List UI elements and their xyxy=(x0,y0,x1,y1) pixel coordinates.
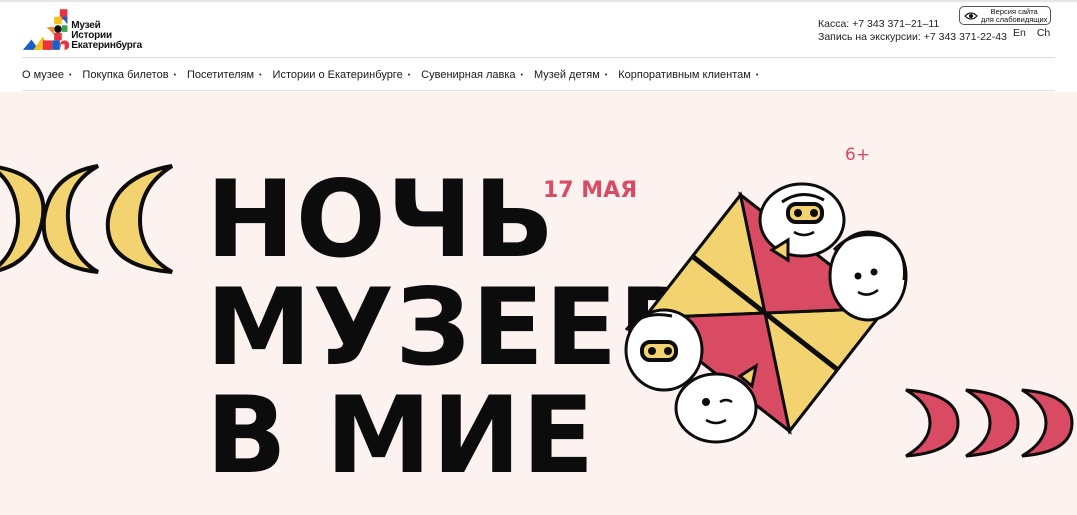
header-divider xyxy=(22,57,1055,58)
moon-shape xyxy=(0,165,46,272)
dropdown-dot-icon: • xyxy=(259,71,262,79)
nav-item-label: О музее xyxy=(22,69,64,81)
moon-shape xyxy=(965,388,1020,458)
dropdown-dot-icon: • xyxy=(604,71,608,79)
site-header: Музей Истории Екатеринбурга Касса: +7 34… xyxy=(0,2,1077,58)
moons-left-decoration xyxy=(0,164,174,274)
nav-item-label: Истории о Екатеринбурге xyxy=(272,69,403,81)
nav-item-label: Покупка билетов xyxy=(82,69,169,81)
dropdown-dot-icon: • xyxy=(407,71,411,79)
dropdown-dot-icon: • xyxy=(173,71,177,79)
accessibility-label: Версия сайта для слабовидящих xyxy=(981,7,1048,24)
nav-item-corporate[interactable]: Корпоративным клиентам • xyxy=(618,69,758,81)
lang-ch[interactable]: Ch xyxy=(1037,27,1050,39)
nav-item-label: Сувенирная лавка xyxy=(421,69,516,81)
nav-item-label: Посетителям xyxy=(187,69,255,81)
lang-en[interactable]: En xyxy=(1013,27,1026,39)
nav-item-about[interactable]: О музее • xyxy=(22,69,71,81)
nav-item-label: Корпоративным клиентам xyxy=(618,69,751,81)
language-switcher: En Ch xyxy=(1013,27,1050,39)
figure-top xyxy=(758,182,846,263)
hero-banner[interactable]: НОЧЬ МУЗЕЕВ В МИЕ 17 МАЯ 6+ xyxy=(0,92,1077,515)
museum-logo-text: Музей Истории Екатеринбурга xyxy=(71,21,142,51)
figure-right xyxy=(828,230,908,322)
hero-illustration xyxy=(624,182,908,444)
age-rating: 6+ xyxy=(845,145,871,165)
moon-shape xyxy=(105,164,174,274)
nav-item-stories[interactable]: Истории о Екатеринбурге • xyxy=(273,69,411,81)
nav-item-kids[interactable]: Музей детям • xyxy=(534,69,607,81)
dropdown-dot-icon: • xyxy=(68,71,72,79)
moons-right-decoration xyxy=(905,388,1074,458)
accessibility-line: для слабовидящих xyxy=(981,14,1048,24)
moon-shape xyxy=(41,164,100,274)
tours-phone[interactable]: Запись на экскурсии: +7 343 371-22-43 xyxy=(818,31,1007,44)
figure-left xyxy=(624,308,704,392)
moon-shape xyxy=(905,388,960,458)
nav-item-tickets[interactable]: Покупка билетов • xyxy=(82,69,176,81)
eye-icon xyxy=(964,11,978,20)
moon-shape xyxy=(1021,388,1074,458)
nav-item-label: Музей детям xyxy=(534,69,600,81)
accessibility-version-button[interactable]: Версия сайта для слабовидящих xyxy=(959,6,1051,25)
dropdown-dot-icon: • xyxy=(520,71,523,79)
main-nav: О музее • Покупка билетов • Посетителям • И… xyxy=(22,67,769,83)
museum-logo-icon xyxy=(22,9,70,50)
museum-logo[interactable]: Музей Истории Екатеринбурга xyxy=(22,5,142,53)
logo-line: Екатеринбурга xyxy=(71,40,142,51)
nav-item-souvenirs[interactable]: Сувенирная лавка • xyxy=(421,69,523,81)
nav-divider xyxy=(22,90,1055,91)
nav-item-visitors[interactable]: Посетителям • xyxy=(187,69,262,81)
dropdown-dot-icon: • xyxy=(755,71,759,79)
